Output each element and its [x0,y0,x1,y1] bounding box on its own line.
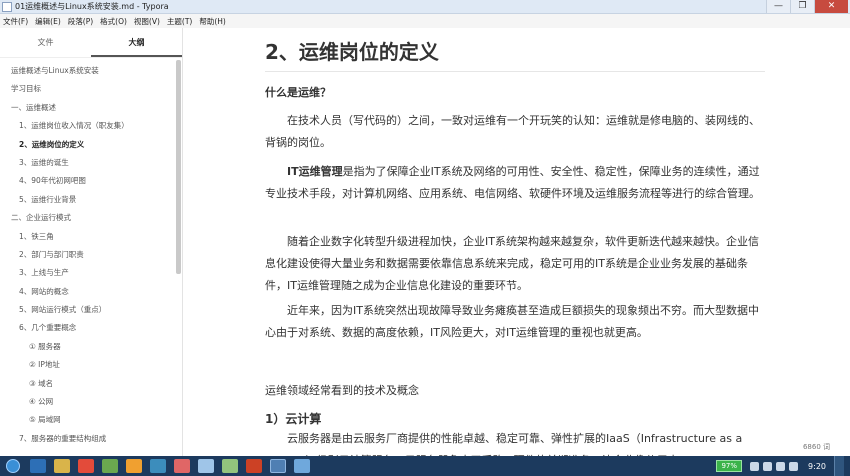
outline-item[interactable]: 学习目标 [0,80,176,98]
tab-files[interactable]: 文件 [0,28,91,57]
paragraph-4: 近年来，因为IT系统突然出现故障导致业务瘫痪甚至造成巨额损失的现象频出不穷。而大… [265,304,759,339]
menu-help[interactable]: 帮助(H) [199,16,226,27]
menu-theme[interactable]: 主题(T) [167,16,192,27]
clock[interactable]: 9:20 [808,462,826,471]
section-intro: 运维领域经常看到的技术及概念 [265,384,419,397]
menu-view[interactable]: 视图(V) [134,16,160,27]
outline-item[interactable]: 6、几个重要概念 [0,319,176,337]
ie-icon[interactable] [30,459,46,473]
minimize-button[interactable]: — [766,0,790,13]
battery-indicator[interactable]: 97% [716,460,743,472]
windows-logo-icon [6,459,20,473]
paragraph-3: 随着企业数字化转型升级进程加快，企业IT系统架构越来越复杂，软件更新迭代越来越快… [265,235,759,292]
close-button[interactable]: ✕ [814,0,848,13]
paragraph-2-bold: IT运维管理 [287,165,343,178]
app-icon-1[interactable] [102,459,118,473]
outline-item[interactable]: 5、运维行业背景 [0,191,176,209]
menu-bar: 文件(F) 编辑(E) 段落(P) 格式(O) 视图(V) 主题(T) 帮助(H… [0,14,850,28]
menu-paragraph[interactable]: 段落(P) [68,16,93,27]
outline-item[interactable]: ② IP地址 [0,356,176,374]
outline-item[interactable]: 5、网站运行模式（重点） [0,301,176,319]
outline-item[interactable]: 3、运维的诞生 [0,154,176,172]
outline-item[interactable]: 一、运维概述 [0,99,176,117]
sidebar-tabs: 文件 大纲 [0,28,182,58]
paragraph-2: IT运维管理是指为了保障企业IT系统及网络的可用性、安全性、稳定性，保障业务的连… [265,161,765,205]
menu-edit[interactable]: 编辑(E) [35,16,61,27]
app-icon-2[interactable] [126,459,142,473]
outline-item[interactable]: ⑤ 局域网 [0,411,176,429]
heading-what-is-ops: 什么是运维？ [265,86,331,99]
sidebar: 文件 大纲 运维概述与Linux系统安装 学习目标 一、运维概述 1、运维岗位收入情况… [0,28,221,456]
tray-app-icon[interactable] [789,461,799,471]
window-title: 01运维概述与Linux系统安装.md - Typora [15,2,169,11]
word-count[interactable]: 6860 词 [803,442,830,452]
title-bar: 01运维概述与Linux系统安装.md - Typora — ❐ ✕ [0,0,850,14]
app-icon-5[interactable] [198,459,214,473]
outline-item[interactable]: 二、企业运行模式 [0,209,176,227]
paragraph-5: 云服务器是由云服务厂商提供的性能卓越、稳定可靠、弹性扩展的IaaS（Infras… [265,432,743,456]
system-tray: 97% 9:20 [716,456,850,476]
browser-icon[interactable] [78,459,94,473]
outline-item[interactable]: ④ 公网 [0,393,176,411]
maximize-button[interactable]: ❐ [790,0,814,13]
heading-cloud: 1）云计算 [265,412,322,426]
sidebar-scrollbar[interactable] [176,60,181,274]
start-button[interactable] [0,456,26,476]
outline-list: 运维概述与Linux系统安装 学习目标 一、运维概述 1、运维岗位收入情况（职友集） 2… [0,62,176,448]
outline-item[interactable]: 3、上线与生产 [0,264,176,282]
outline-item[interactable]: 1、运维岗位收入情况（职友集） [0,117,176,135]
outline-item[interactable]: 运维概述与Linux系统安装 [0,62,176,80]
outline-item[interactable]: 4、网站的概念 [0,283,176,301]
folder-icon[interactable] [54,459,70,473]
tab-outline[interactable]: 大纲 [91,28,182,57]
app-icon-8[interactable] [294,459,310,473]
volume-icon[interactable] [763,461,773,471]
input-method-icon[interactable] [776,461,786,471]
window-controls: — ❐ ✕ [766,0,848,14]
outline-item[interactable]: ③ 域名 [0,375,176,393]
outline-item[interactable]: 7、服务器的重要结构组成 [0,430,176,448]
show-desktop-button[interactable] [834,456,844,476]
app-icon-6[interactable] [222,459,238,473]
outline-item[interactable]: 2、部门与部门职责 [0,246,176,264]
outline-item[interactable]: 4、90年代初网吧图 [0,172,176,190]
app-icon-7[interactable] [246,459,262,473]
paragraph-1: 在技术人员（写代码的）之间，一致对运维有一个开玩笑的认知：运维就是修电脑的、装网… [265,114,760,149]
taskbar: 97% 9:20 [0,456,850,476]
outline-item[interactable]: 1、铁三角 [0,228,176,246]
editor[interactable]: 2、运维岗位的定义 什么是运维？ 在技术人员（写代码的）之间，一致对运维有一个开… [184,28,850,456]
app-icon-4[interactable] [174,459,190,473]
heading-h2: 2、运维岗位的定义 [265,36,765,72]
menu-format[interactable]: 格式(O) [100,16,127,27]
app-icon-3[interactable] [150,459,166,473]
typora-app-icon [2,1,12,12]
outline-item[interactable]: ① 服务器 [0,338,176,356]
typora-taskbar-icon[interactable] [270,459,286,473]
network-icon[interactable] [750,461,760,471]
menu-file[interactable]: 文件(F) [3,16,28,27]
outline-item[interactable]: 2、运维岗位的定义 [0,136,176,154]
